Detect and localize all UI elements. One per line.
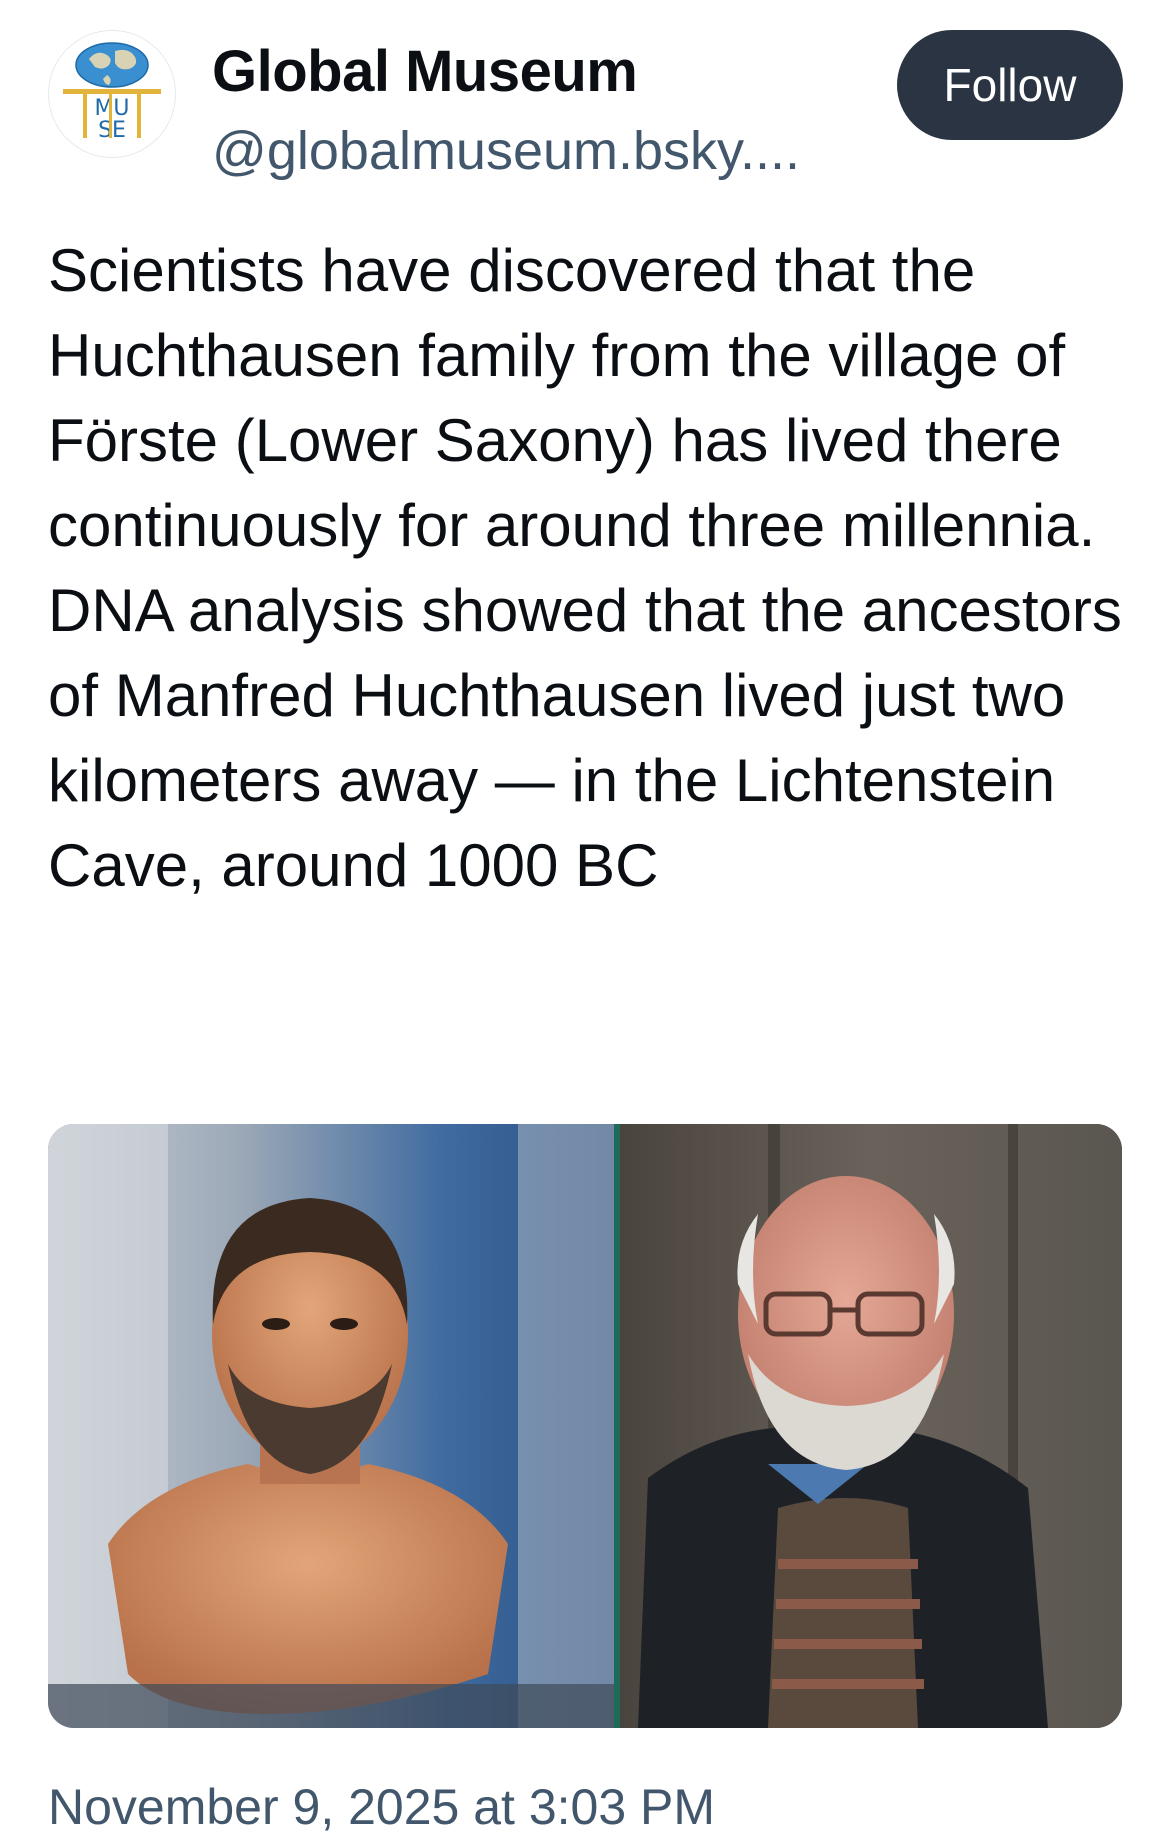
portrait-photo: [620, 1124, 1122, 1728]
author-display-name[interactable]: Global Museum: [212, 38, 638, 105]
post-card: MU SE Global Museum @globalmuseum.bsky..…: [0, 0, 1170, 1836]
bust-photo: [48, 1124, 614, 1728]
post-timestamp[interactable]: November 9, 2025 at 3:03 PM: [48, 1778, 715, 1836]
globe-logo-icon: MU SE: [63, 42, 161, 143]
post-image[interactable]: [48, 1124, 1122, 1728]
avatar[interactable]: MU SE: [48, 30, 176, 158]
author-handle[interactable]: @globalmuseum.bsky....: [212, 120, 800, 182]
follow-button[interactable]: Follow: [897, 30, 1123, 140]
post-text: Scientists have discovered that the Huch…: [48, 237, 1122, 899]
